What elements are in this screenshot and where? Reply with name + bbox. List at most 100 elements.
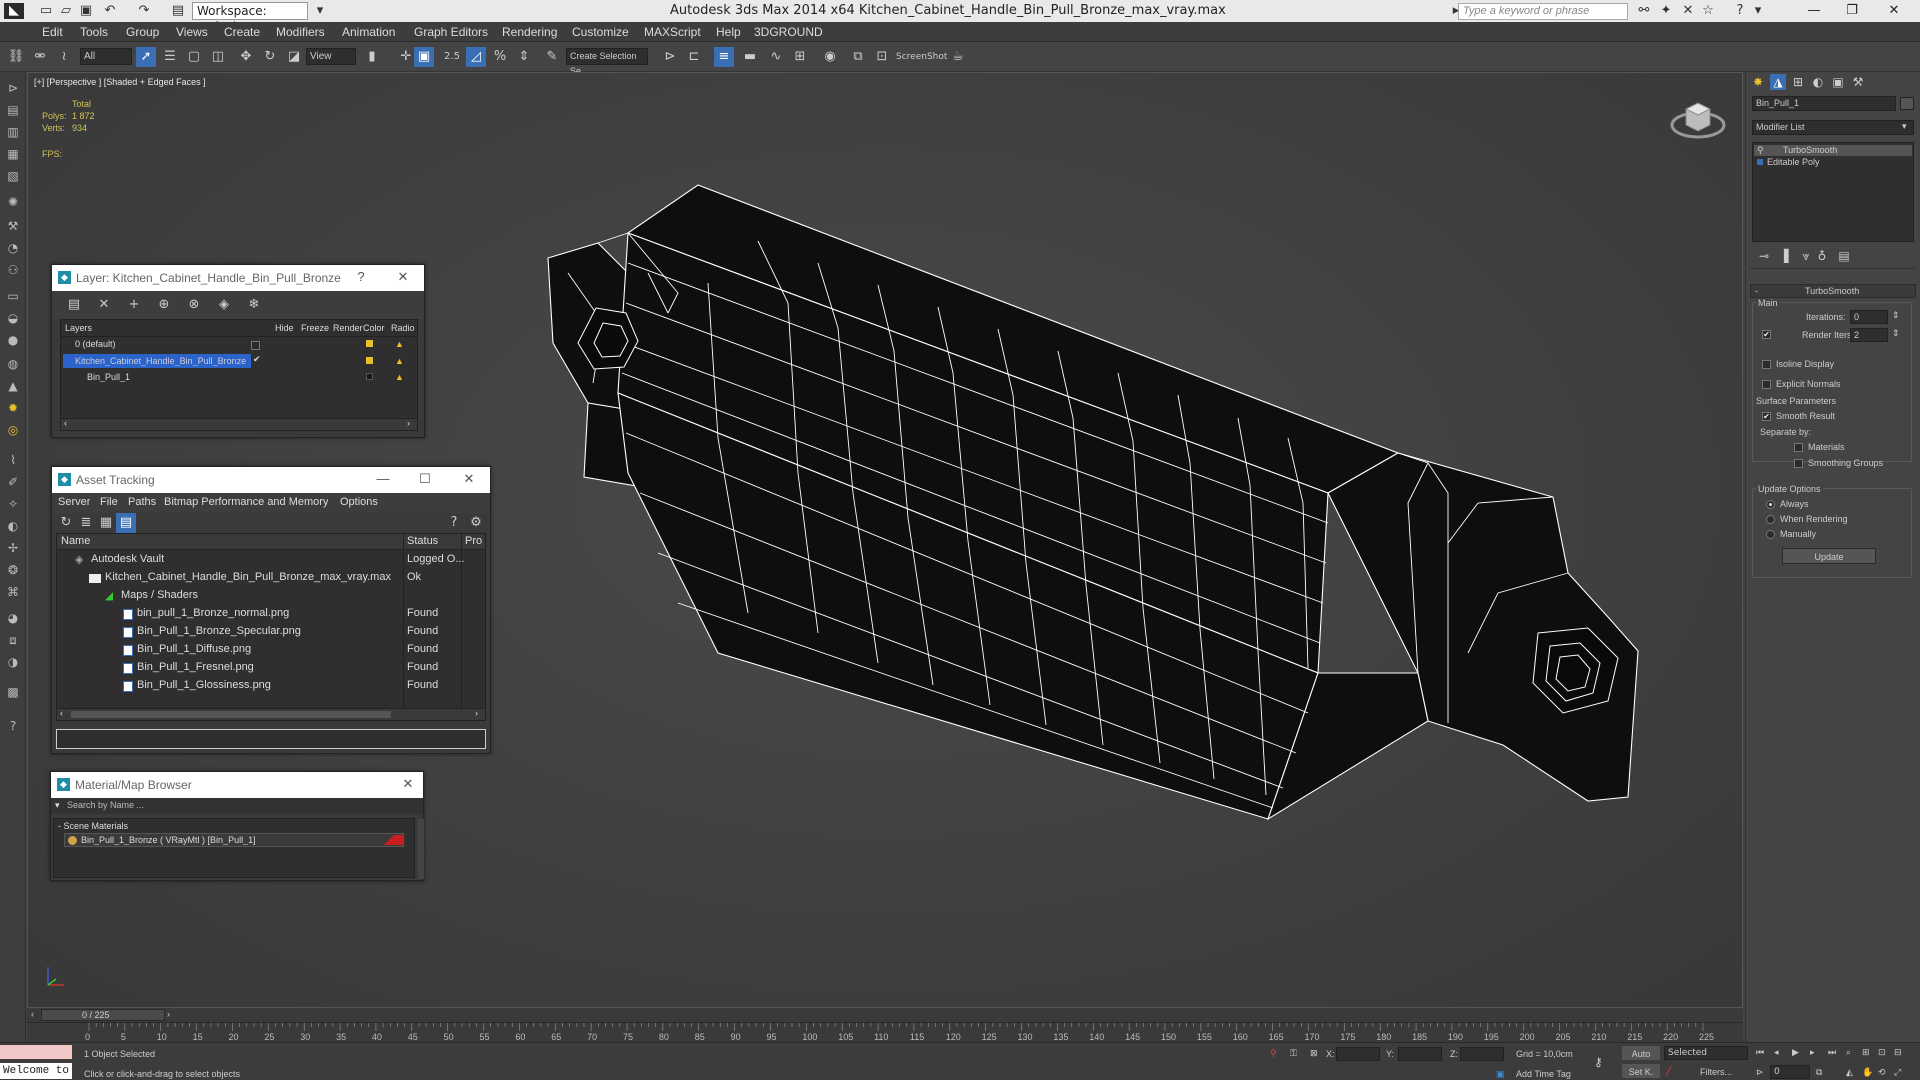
create-layer-icon[interactable]: ▤ [64,295,84,315]
schematic-view-icon[interactable]: ⊞ [790,47,810,67]
asset-menu-file[interactable]: File [100,496,118,508]
strip-box-icon[interactable]: ▭ [4,288,22,304]
object-name-field[interactable]: Bin_Pull_1 [1752,96,1896,111]
menu-modifiers[interactable]: Modifiers [276,25,325,39]
spinner-snap-icon[interactable]: ⇕ [514,47,534,67]
rollout-collapse-icon[interactable]: - [1755,286,1758,296]
redo-icon[interactable]: ↷ [136,3,152,19]
smooth-result-checkbox[interactable]: ✔ [1762,412,1771,421]
asset-row[interactable]: Autodesk Vault [91,553,164,565]
favorites-icon[interactable]: ☆ [1700,3,1716,19]
menu-views[interactable]: Views [176,25,208,39]
keyboard-shortcut-icon[interactable]: ▣ [414,47,434,67]
asset-row[interactable]: Kitchen_Cabinet_Handle_Bin_Pull_Bronze_m… [105,571,401,583]
strip-star-icon[interactable]: ✧ [4,496,22,512]
radiosity-icon-1[interactable]: ▲ [395,339,404,349]
modifier-list-chevron-icon[interactable]: ▾ [1902,121,1907,132]
hierarchy-tab-icon[interactable]: ⊞ [1790,74,1806,90]
material-search-input[interactable]: Search by Name ... [67,800,144,810]
angle-snap-icon[interactable]: ◿ [466,47,486,67]
rect-selection-icon[interactable]: ▢ [184,47,204,67]
select-link-icon[interactable]: ⛓ [6,47,26,67]
screenshot-label[interactable]: ScreenShot [896,47,947,67]
radiosity-icon-3[interactable]: ▲ [395,372,404,382]
color-swatch-handle[interactable] [366,357,373,364]
strip-light-bulb-icon[interactable]: ◎ [4,422,22,438]
create-tab-icon[interactable]: ✸ [1750,74,1766,90]
smoothing-groups-checkbox[interactable] [1794,459,1803,468]
render-iters-checkbox[interactable]: ✔ [1762,330,1771,339]
col-layers[interactable]: Layers [65,323,92,333]
scroll-left-icon[interactable]: ‹ [60,708,63,718]
isolate-selection-icon[interactable]: ⚲ [1270,1048,1277,1059]
pivot-center-icon[interactable]: ▮ [362,47,382,67]
motion-tab-icon[interactable]: ◐ [1810,74,1826,90]
material-item[interactable]: Bin_Pull_1_Bronze ( VRayMtl ) [Bin_Pull_… [81,835,256,845]
communication-icon[interactable]: ✕ [1680,3,1696,19]
maximize-button[interactable]: ❐ [1838,2,1866,20]
asset-row[interactable]: Maps / Shaders [121,589,198,601]
stack-item[interactable]: Editable Poly [1767,157,1820,167]
prev-frame-icon[interactable]: ◂ [1774,1047,1779,1058]
menu-group[interactable]: Group [126,25,159,39]
strip-cone-icon[interactable]: ▲ [4,378,22,394]
next-frame-icon[interactable]: ▸ [1810,1047,1815,1058]
auto-key-button[interactable]: Auto [1622,1046,1660,1060]
col-pro[interactable]: Pro [465,535,485,547]
viewcube[interactable] [1668,95,1728,145]
pan-icon[interactable]: ✋ [1862,1067,1873,1078]
asset-scroll-thumb[interactable] [71,711,391,718]
graphite-ribbon-icon[interactable]: ▬ [740,47,760,67]
app-menu-icon[interactable]: ◣ [4,3,24,19]
explicit-normals-checkbox[interactable] [1762,380,1771,389]
open-file-icon[interactable]: ▱ [58,3,74,19]
x-coordinate-field[interactable] [1336,1047,1380,1061]
make-unique-icon[interactable]: ⩔ [1798,248,1814,264]
strip-system-icon[interactable]: ⌘ [4,584,22,600]
layer-window-header[interactable]: ◆ Layer: Kitchen_Cabinet_Handle_Bin_Pull… [52,265,424,291]
goto-start-icon[interactable]: ⏮ [1756,1047,1764,1058]
stack-expand-icon[interactable] [1757,159,1763,165]
strip-layers-icon[interactable]: ▥ [4,124,22,140]
highlight-layer-icon[interactable]: ⊗ [184,295,204,315]
color-swatch-object[interactable] [366,373,373,380]
percent-snap-icon[interactable]: % [490,47,510,67]
menu-maxscript[interactable]: MAXScript [644,25,701,39]
zoom-all-icon[interactable]: ⊞ [1862,1047,1870,1058]
current-frame-field[interactable]: 0 [1770,1065,1810,1079]
project-folder-icon[interactable]: ▤ [170,3,186,19]
iterations-spinner-arrows-icon[interactable]: ⇕ [1892,310,1900,321]
default-layer-checkbox[interactable] [251,341,260,350]
maxscript-input[interactable]: Welcome to [0,1063,72,1079]
strip-spacewarp-icon[interactable]: ❂ [4,562,22,578]
asset-menu-options[interactable]: Options [340,496,378,508]
list-view-icon[interactable]: ≣ [76,513,96,533]
strip-camera-icon[interactable]: ◔ [4,240,22,256]
selection-filter-dropdown[interactable]: All [80,48,132,65]
strip-sun-icon[interactable]: ✹ [4,400,22,416]
strip-toggle-icon[interactable]: ◑ [4,654,22,670]
menu-edit[interactable]: Edit [42,25,63,39]
key-filter-icon[interactable]: ╱ [1666,1066,1671,1077]
menu-create[interactable]: Create [224,25,260,39]
add-time-tag[interactable]: Add Time Tag [1516,1069,1571,1079]
fov-icon[interactable]: ◭ [1846,1067,1853,1078]
refresh-icon[interactable]: ↻ [56,513,76,533]
strip-shape-icon[interactable]: ⌇ [4,452,22,468]
goto-end-icon[interactable]: ⏭ [1828,1047,1836,1058]
menu-tools[interactable]: Tools [80,25,108,39]
layer-row-default[interactable]: 0 (default) [75,339,116,349]
strip-settings-icon[interactable]: ▩ [4,684,22,700]
time-slider[interactable]: ‹ 0 / 225 › [27,1008,1743,1022]
col-name[interactable]: Name [61,535,90,547]
render-frame-icon[interactable]: ⊡ [872,47,892,67]
set-key-icon[interactable]: ⚷ [1594,1055,1603,1069]
asset-minimize-button[interactable]: — [374,470,392,488]
zoom-extents-icon[interactable]: ⊡ [1878,1047,1886,1058]
col-color[interactable]: Color [363,323,385,333]
play-icon[interactable]: ▶ [1792,1047,1799,1058]
asset-row[interactable]: bin_pull_1_Bronze_normal.png [137,607,289,619]
material-browser-window[interactable]: ◆ Material/Map Browser ✕ ▾ Search by Nam… [50,771,424,881]
manually-radio[interactable] [1766,530,1775,539]
timeline-ruler[interactable]: 0 5 10 15 20 25 30 35 40 45 50 55 60 65 70 75 80 85 90 95 10… [27,1022,1743,1042]
